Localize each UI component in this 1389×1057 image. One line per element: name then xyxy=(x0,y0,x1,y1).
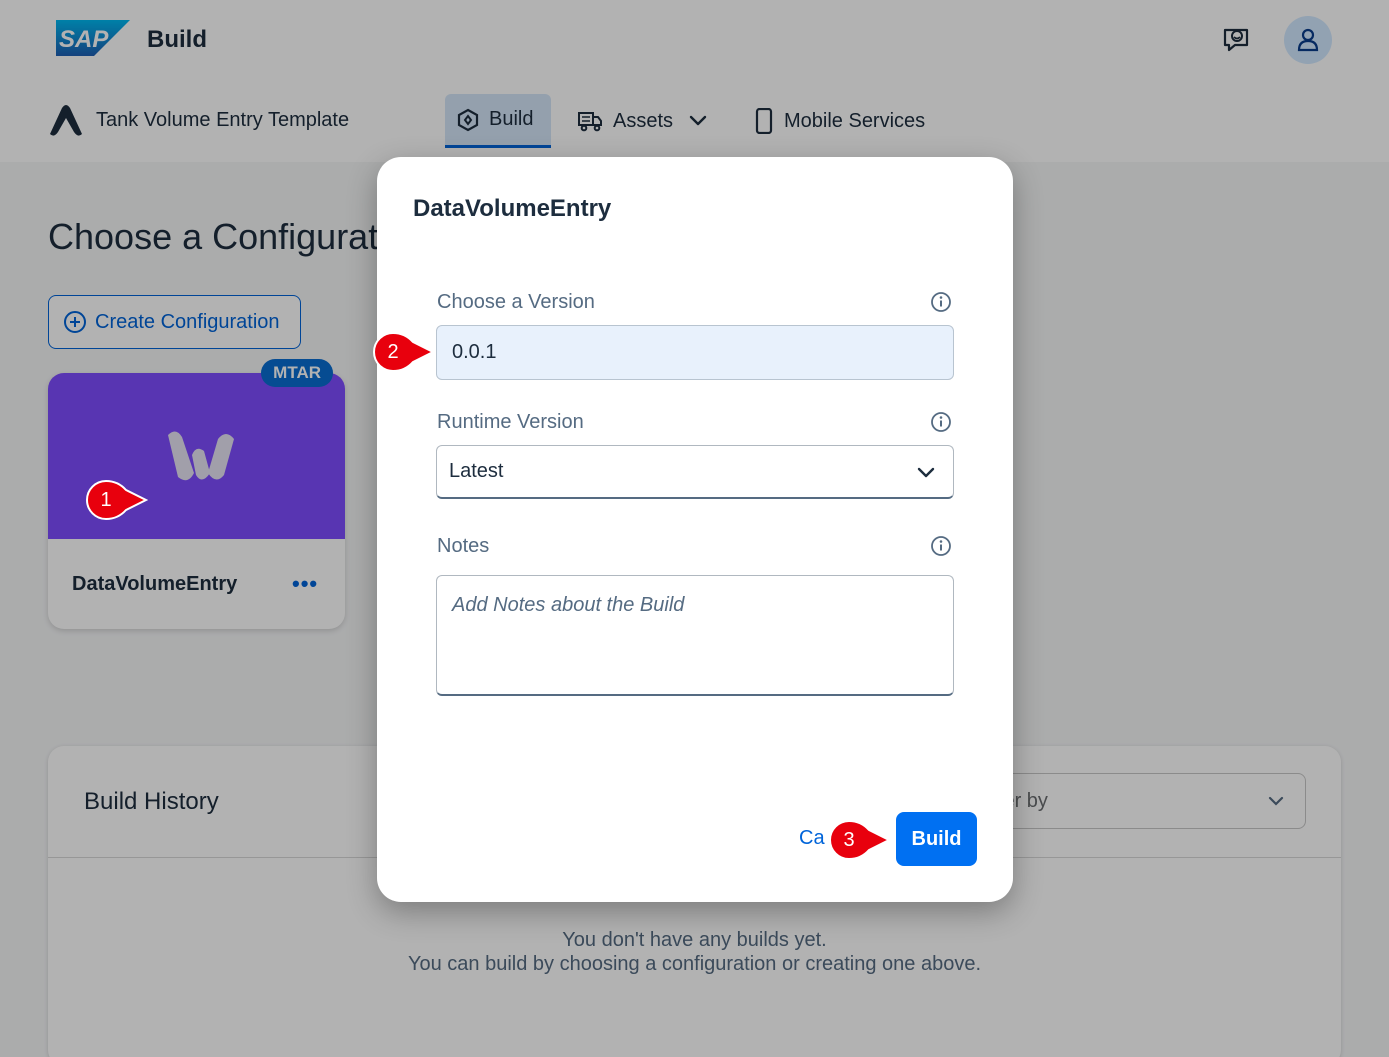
callout-number: 3 xyxy=(843,828,855,851)
runtime-version-label: Runtime Version xyxy=(437,411,584,433)
step-callout-1: 1 xyxy=(84,479,149,521)
notes-textarea[interactable]: Add Notes about the Build xyxy=(436,575,954,696)
chevron-down-icon xyxy=(917,467,935,478)
dialog-title: DataVolumeEntry xyxy=(413,195,612,222)
callout-number: 2 xyxy=(387,340,399,363)
runtime-version-select[interactable]: Latest xyxy=(436,445,954,499)
version-input[interactable]: 0.0.1 xyxy=(436,325,954,380)
info-icon[interactable] xyxy=(930,535,952,557)
version-label: Choose a Version xyxy=(437,291,595,313)
step-callout-2: 2 xyxy=(371,331,436,373)
step-callout-3: 3 xyxy=(827,819,892,861)
build-dialog: DataVolumeEntry Choose a Version 0.0.1 R… xyxy=(377,157,1013,902)
info-icon[interactable] xyxy=(930,291,952,313)
runtime-version-value: Latest xyxy=(449,460,504,482)
notes-label: Notes xyxy=(437,535,490,557)
callout-number: 1 xyxy=(100,488,112,511)
build-button[interactable]: Build xyxy=(896,812,977,866)
info-icon[interactable] xyxy=(930,411,952,433)
cancel-button[interactable]: Ca xyxy=(799,827,825,850)
